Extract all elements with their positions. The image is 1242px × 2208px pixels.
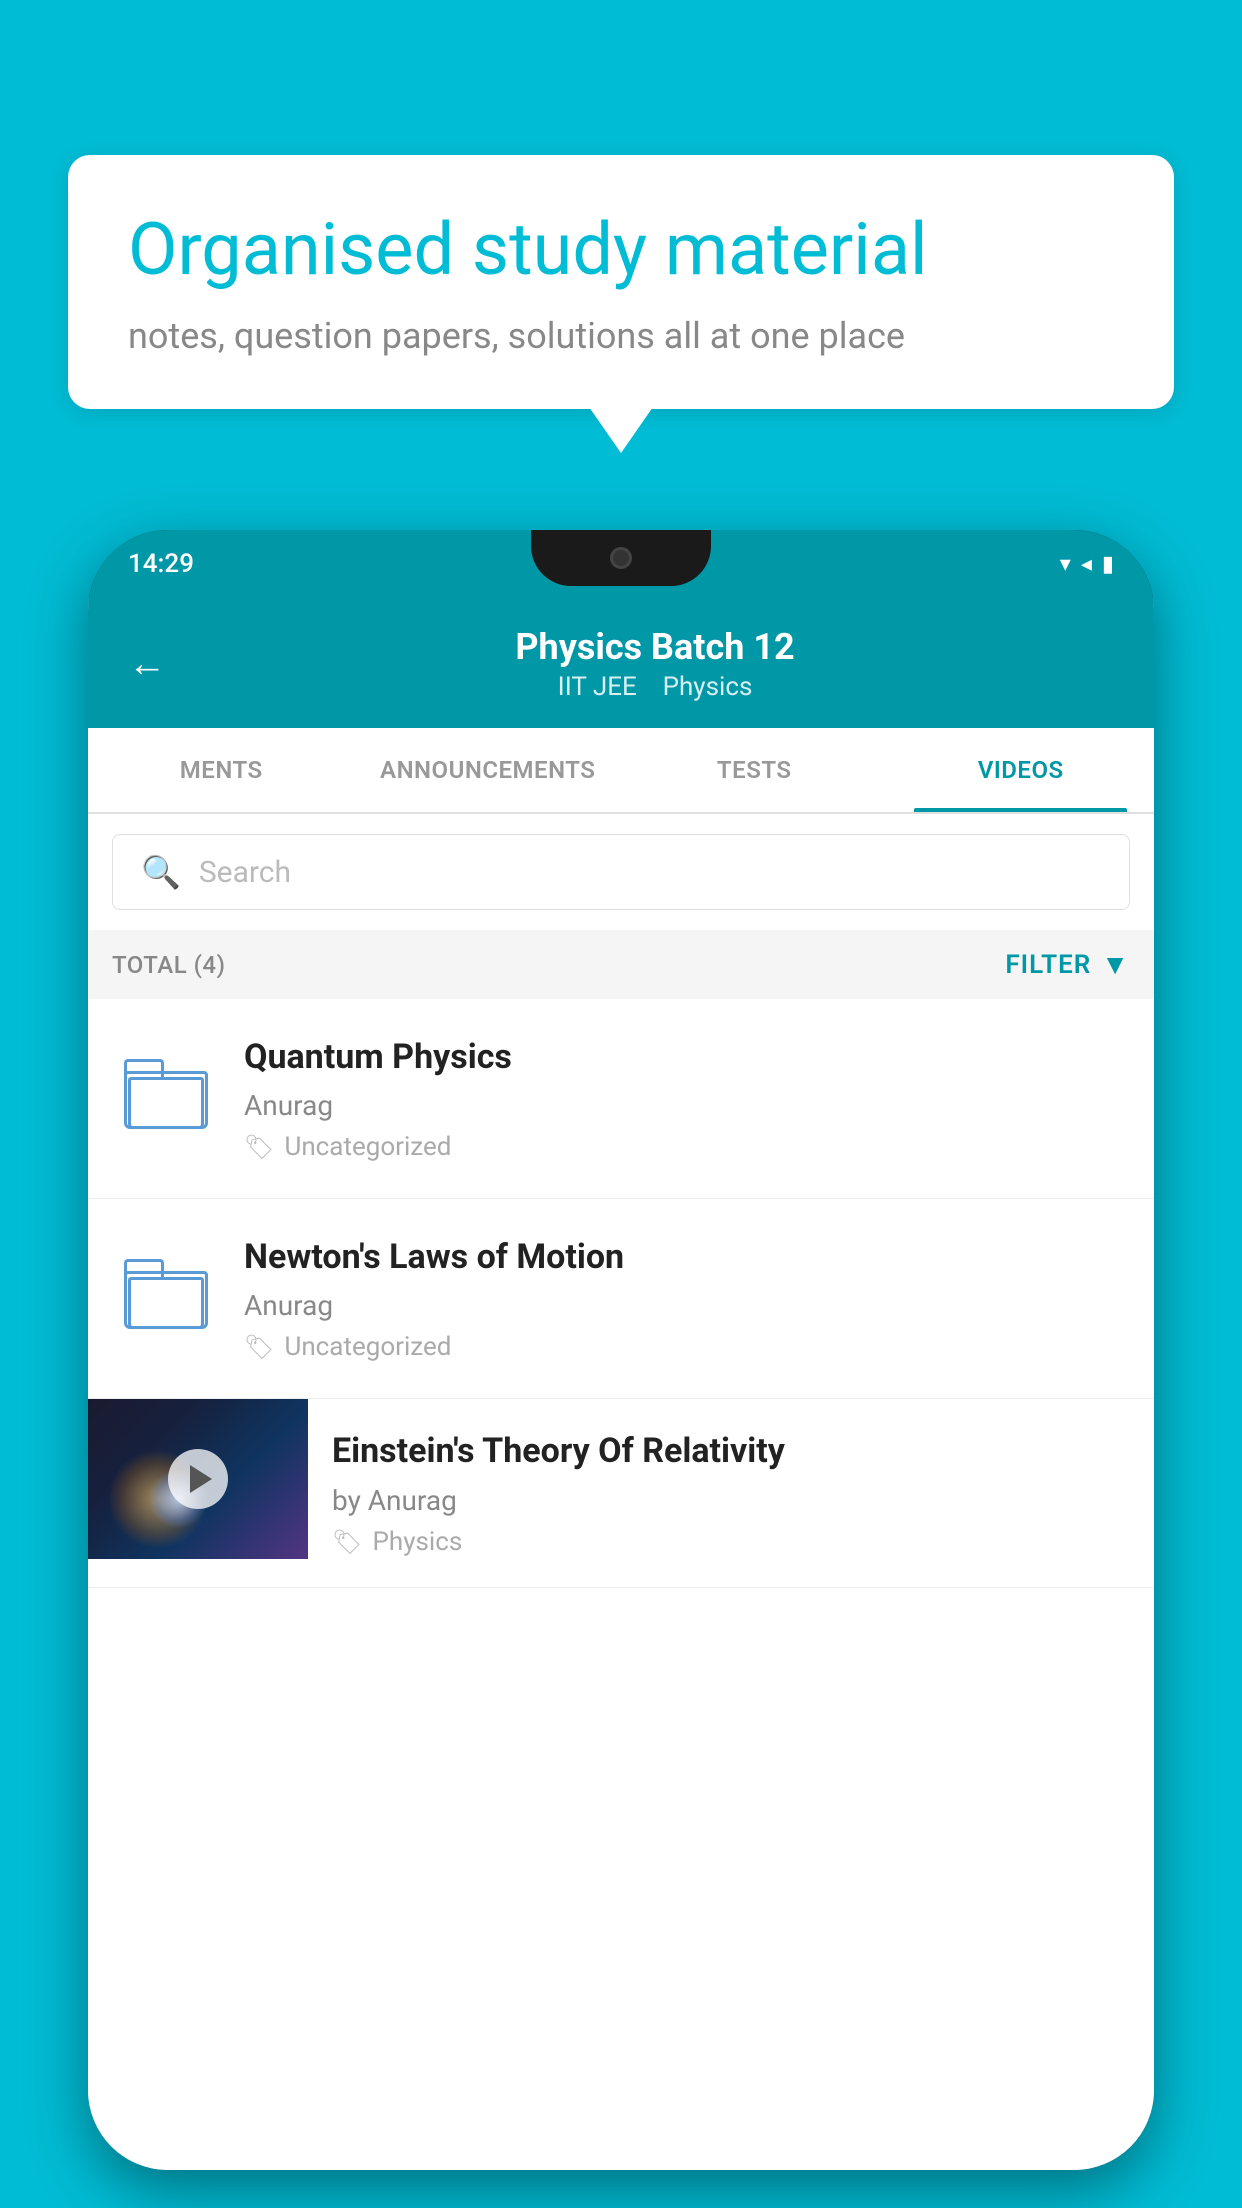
- video-info-quantum: Quantum Physics Anurag 🏷 Uncategorized: [244, 1035, 1126, 1162]
- tag-label-einstein: Physics: [372, 1527, 462, 1557]
- folder-icon-2: [124, 1259, 208, 1329]
- search-placeholder: Search: [199, 855, 291, 890]
- tab-tests[interactable]: TESTS: [621, 728, 888, 812]
- status-bar: 14:29 ▾ ◂ ▮: [88, 530, 1154, 598]
- video-author-newton: Anurag: [244, 1289, 1126, 1322]
- batch-title: Physics Batch 12: [196, 626, 1114, 668]
- video-item-quantum[interactable]: Quantum Physics Anurag 🏷 Uncategorized: [88, 999, 1154, 1199]
- video-author-quantum: Anurag: [244, 1089, 1126, 1122]
- video-thumb-quantum: [116, 1039, 216, 1149]
- video-info-einstein: Einstein's Theory Of Relativity by Anura…: [308, 1399, 1126, 1586]
- video-tag-einstein: 🏷 Physics: [332, 1527, 1102, 1557]
- tag-icon-3: 🏷: [332, 1528, 362, 1556]
- app-header: ← Physics Batch 12 IIT JEE Physics: [88, 598, 1154, 728]
- speech-bubble: Organised study material notes, question…: [68, 155, 1174, 409]
- tag-label-quantum: Uncategorized: [284, 1132, 451, 1162]
- video-thumbnail-einstein: [88, 1399, 308, 1559]
- subtitle-iitjee: IIT JEE: [558, 672, 637, 702]
- total-count: TOTAL (4): [112, 951, 225, 979]
- batch-subtitle: IIT JEE Physics: [196, 672, 1114, 702]
- video-title-quantum: Quantum Physics: [244, 1035, 1126, 1079]
- tag-label-newton: Uncategorized: [284, 1332, 451, 1362]
- battery-icon: ▮: [1102, 552, 1114, 577]
- back-button[interactable]: ←: [128, 642, 166, 686]
- video-list: Quantum Physics Anurag 🏷 Uncategorized: [88, 999, 1154, 2170]
- subtitle-physics: Physics: [663, 672, 753, 702]
- signal-icon: ◂: [1081, 552, 1092, 577]
- search-icon: 🔍: [141, 853, 181, 891]
- filter-button[interactable]: FILTER ▼: [1005, 948, 1130, 981]
- status-time: 14:29: [128, 549, 194, 579]
- header-title-group: Physics Batch 12 IIT JEE Physics: [196, 626, 1114, 702]
- status-icons: ▾ ◂ ▮: [1060, 552, 1114, 577]
- video-tag-newton: 🏷 Uncategorized: [244, 1332, 1126, 1362]
- camera-icon: [610, 547, 632, 569]
- video-thumb-newton: [116, 1239, 216, 1349]
- subtext: notes, question papers, solutions all at…: [128, 315, 1114, 357]
- tab-ments[interactable]: MENTS: [88, 728, 355, 812]
- search-container: 🔍 Search: [88, 814, 1154, 930]
- video-tag-quantum: 🏷 Uncategorized: [244, 1132, 1126, 1162]
- folder-front-2: [128, 1277, 204, 1329]
- tabs-bar: MENTS ANNOUNCEMENTS TESTS VIDEOS: [88, 728, 1154, 814]
- play-button[interactable]: [168, 1449, 228, 1509]
- tag-icon-2: 🏷: [244, 1333, 274, 1361]
- video-item-einstein[interactable]: Einstein's Theory Of Relativity by Anura…: [88, 1399, 1154, 1587]
- wifi-icon: ▾: [1060, 552, 1071, 577]
- headline: Organised study material: [128, 207, 1114, 293]
- play-icon: [190, 1465, 212, 1493]
- video-info-newton: Newton's Laws of Motion Anurag 🏷 Uncateg…: [244, 1235, 1126, 1362]
- video-author-einstein: by Anurag: [332, 1484, 1102, 1517]
- phone-frame: 14:29 ▾ ◂ ▮ ← Physics Batch 12 IIT JEE P…: [88, 530, 1154, 2170]
- tab-videos[interactable]: VIDEOS: [888, 728, 1155, 812]
- folder-front: [128, 1077, 204, 1129]
- phone-screen: ← Physics Batch 12 IIT JEE Physics MENTS…: [88, 598, 1154, 2170]
- video-item-newton[interactable]: Newton's Laws of Motion Anurag 🏷 Uncateg…: [88, 1199, 1154, 1399]
- folder-icon: [124, 1059, 208, 1129]
- speech-bubble-container: Organised study material notes, question…: [68, 155, 1174, 409]
- filter-icon: ▼: [1101, 948, 1130, 981]
- notch: [531, 530, 711, 586]
- filter-label: FILTER: [1005, 950, 1091, 980]
- video-title-einstein: Einstein's Theory Of Relativity: [332, 1429, 1102, 1473]
- filter-row: TOTAL (4) FILTER ▼: [88, 930, 1154, 999]
- video-title-newton: Newton's Laws of Motion: [244, 1235, 1126, 1279]
- tab-announcements[interactable]: ANNOUNCEMENTS: [355, 728, 622, 812]
- tag-icon: 🏷: [244, 1133, 274, 1161]
- search-bar[interactable]: 🔍 Search: [112, 834, 1130, 910]
